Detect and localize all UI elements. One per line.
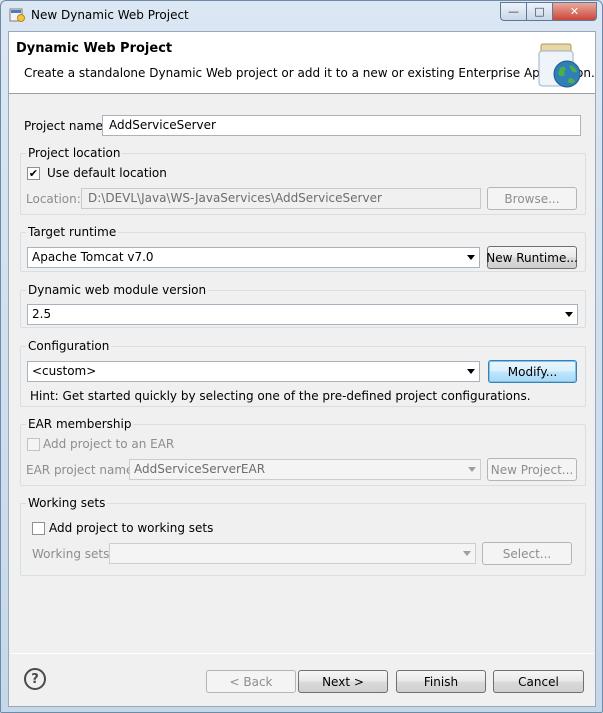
ear-project-name-select[interactable]: AddServiceServerEAR	[129, 459, 481, 480]
web-project-globe-icon	[538, 43, 581, 88]
window-controls: — □ ✕	[500, 2, 597, 21]
page-title: Dynamic Web Project	[16, 41, 173, 56]
wizard-header: Dynamic Web Project Create a standalone …	[9, 32, 595, 94]
dialog-content: Dynamic Web Project Create a standalone …	[8, 31, 596, 707]
new-runtime-button[interactable]: New Runtime...	[486, 246, 578, 269]
footer-separator	[10, 653, 594, 654]
new-project-button[interactable]: New Project...	[487, 458, 577, 481]
wizard-app-icon	[9, 8, 25, 22]
working-sets-label: Working sets:	[32, 547, 114, 561]
module-version-value: 2.5	[32, 307, 52, 321]
ear-project-name-label: EAR project name:	[26, 463, 138, 477]
add-to-working-sets-label: Add project to working sets	[49, 521, 214, 535]
checkmark-icon: ✔	[28, 167, 39, 180]
window-title: New Dynamic Web Project	[31, 8, 189, 22]
location-input[interactable]: D:\DEVL\Java\WS-JavaServices\AddServiceS…	[81, 188, 481, 209]
cancel-button[interactable]: Cancel	[493, 670, 584, 693]
configuration-hint: Hint: Get started quickly by selecting o…	[30, 389, 531, 403]
module-version-select[interactable]: 2.5	[27, 304, 578, 325]
page-description: Create a standalone Dynamic Web project …	[24, 66, 595, 80]
browse-button[interactable]: Browse...	[487, 187, 577, 210]
maximize-button[interactable]: □	[527, 2, 553, 21]
configuration-title: Configuration	[26, 339, 112, 353]
use-default-location-checkbox[interactable]: ✔	[27, 167, 40, 180]
project-location-title: Project location	[26, 146, 123, 160]
chevron-down-icon	[467, 255, 475, 260]
add-to-working-sets-checkbox[interactable]	[32, 522, 45, 535]
ear-membership-title: EAR membership	[26, 417, 134, 431]
close-icon: ✕	[569, 5, 580, 18]
use-default-location-label: Use default location	[47, 166, 167, 180]
finish-button[interactable]: Finish	[396, 670, 486, 693]
ear-project-name-value: AddServiceServerEAR	[134, 462, 266, 476]
chevron-down-icon	[463, 551, 471, 556]
location-label: Location:	[26, 192, 81, 206]
configuration-value: <custom>	[32, 364, 97, 378]
title-bar[interactable]: New Dynamic Web Project — □ ✕	[1, 1, 602, 30]
help-icon[interactable]: ?	[24, 668, 46, 690]
minimize-button[interactable]: —	[500, 2, 527, 21]
working-sets-title: Working sets	[26, 496, 108, 510]
add-to-ear-checkbox[interactable]	[27, 438, 40, 451]
dialog-window: New Dynamic Web Project — □ ✕ Dynamic We…	[0, 0, 603, 713]
minimize-icon: —	[508, 5, 519, 18]
modify-button[interactable]: Modify...	[488, 360, 577, 383]
add-to-ear-label: Add project to an EAR	[43, 437, 175, 451]
working-sets-group	[20, 503, 586, 576]
working-sets-select[interactable]	[109, 543, 476, 564]
target-runtime-value: Apache Tomcat v7.0	[32, 250, 154, 264]
select-working-sets-button[interactable]: Select...	[482, 542, 572, 565]
target-runtime-title: Target runtime	[26, 225, 119, 239]
next-button[interactable]: Next >	[298, 670, 388, 693]
back-button[interactable]: < Back	[206, 670, 296, 693]
chevron-down-icon	[467, 369, 475, 374]
chevron-down-icon	[468, 467, 476, 472]
configuration-select[interactable]: <custom>	[27, 361, 480, 382]
target-runtime-select[interactable]: Apache Tomcat v7.0	[27, 247, 480, 268]
chevron-down-icon	[565, 312, 573, 317]
close-button[interactable]: ✕	[553, 2, 597, 21]
maximize-icon: □	[534, 5, 545, 18]
project-name-label: Project name:	[24, 119, 107, 133]
module-version-title: Dynamic web module version	[26, 283, 209, 297]
project-name-input[interactable]: AddServiceServer	[102, 115, 581, 136]
